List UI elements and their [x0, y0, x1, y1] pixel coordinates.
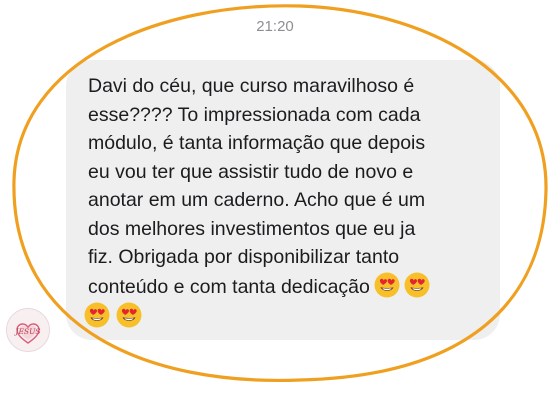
- avatar-label: JESUS: [13, 327, 40, 336]
- heart-eyes-emoji: [84, 302, 110, 328]
- sender-avatar[interactable]: JESUS: [6, 308, 50, 352]
- inline-emojis: [370, 272, 430, 298]
- message-body: Davi do céu, que curso maravilhoso é ess…: [88, 75, 426, 298]
- heart-eyes-emoji: [404, 272, 430, 298]
- message-text: Davi do céu, que curso maravilhoso é ess…: [88, 72, 508, 301]
- trailing-emojis: [84, 302, 148, 328]
- timestamp: 21:20: [256, 18, 294, 35]
- heart-eyes-emoji: [374, 272, 400, 298]
- heart-eyes-emoji: [116, 302, 142, 328]
- heart-avatar-icon: JESUS: [7, 309, 49, 351]
